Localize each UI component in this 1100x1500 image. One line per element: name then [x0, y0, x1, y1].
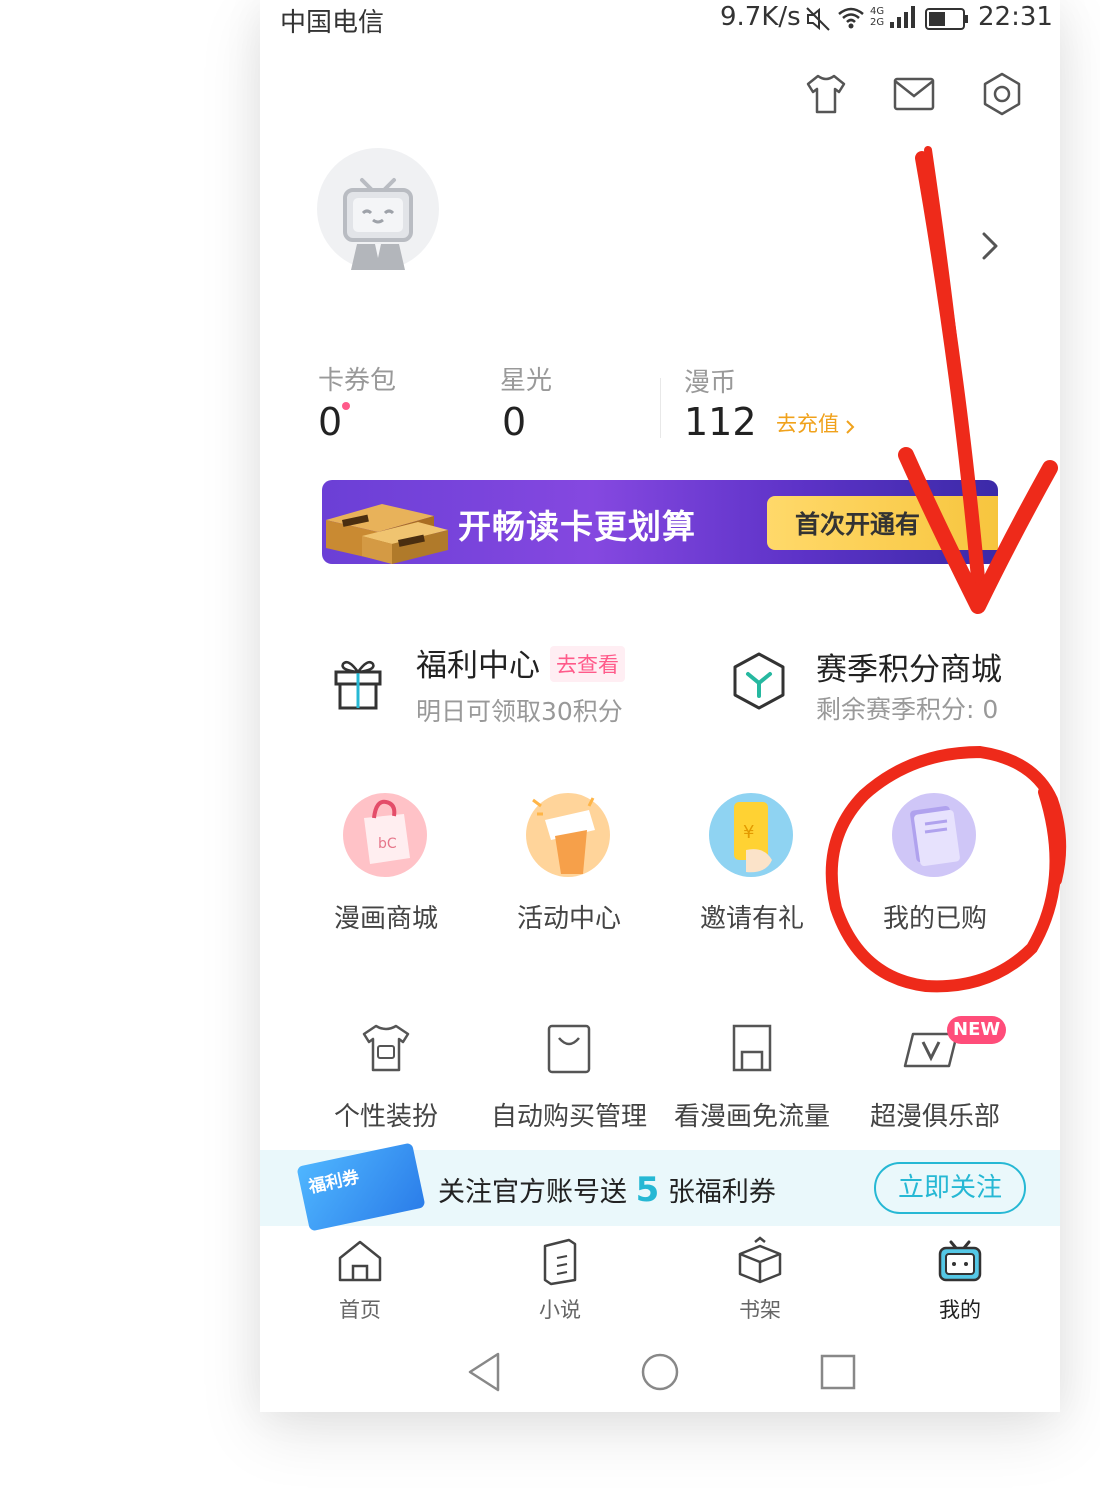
carrier-label: 中国电信: [280, 8, 385, 38]
new-badge: NEW: [947, 1016, 1007, 1044]
coupon-value[interactable]: 0: [318, 400, 342, 444]
mine-tv-icon: [938, 1240, 982, 1282]
outfit-icon: [362, 1024, 410, 1072]
recharge-label: 去充值: [776, 412, 839, 436]
grid-label: 个性装扮: [333, 1102, 438, 1132]
grid-label: 邀请有礼: [699, 904, 804, 934]
free-data-icon: [732, 1024, 772, 1072]
banner-title: 开畅读卡更划算: [458, 507, 696, 546]
coin-label[interactable]: 漫币: [684, 362, 736, 399]
grid-item-vip-club[interactable]: NEW 超漫俱乐部: [843, 1016, 1027, 1140]
back-icon[interactable]: [464, 1350, 504, 1394]
nav-home[interactable]: 首页: [300, 1236, 420, 1324]
grid-item-comic-mall[interactable]: bC 漫画商城: [294, 790, 478, 940]
follow-text: 关注官方账号送 5 张福利券: [438, 1170, 776, 1210]
grid-item-invite[interactable]: ¥ 邀请有礼: [660, 790, 844, 940]
follow-official-bar[interactable]: 福利券 关注官方账号送 5 张福利券 立即关注: [260, 1142, 1060, 1232]
grid-label: 漫画商城: [333, 904, 438, 934]
notification-dot: [342, 402, 350, 410]
nav-mine[interactable]: 我的: [900, 1236, 1020, 1324]
mail-icon[interactable]: [890, 70, 938, 118]
follow-now-button[interactable]: 立即关注: [874, 1162, 1026, 1214]
mute-icon: [806, 7, 830, 31]
nav-bookshelf[interactable]: 书架: [700, 1236, 820, 1324]
stat-divider: [660, 378, 661, 438]
coin-value[interactable]: 112: [684, 400, 757, 444]
season-shop-entry[interactable]: 赛季积分商城 剩余赛季积分: 0: [720, 636, 1060, 736]
grid-label: 超漫俱乐部: [869, 1102, 1000, 1132]
reading-card-banner[interactable]: 开畅读卡更划算 首次开通有: [322, 480, 998, 564]
banner-cta-label: 首次开通有: [795, 510, 921, 539]
clock: 22:31: [978, 2, 1053, 32]
novel-icon: [543, 1238, 577, 1286]
grid-item-auto-buy[interactable]: 自动购买管理: [477, 1020, 661, 1140]
recharge-link[interactable]: 去充值: [776, 408, 856, 438]
gift-box-illustration: [326, 504, 448, 564]
grid-label: 自动购买管理: [490, 1102, 647, 1132]
grid-label: 我的已购: [882, 904, 987, 934]
season-shop-subtitle: 剩余赛季积分: 0: [816, 695, 999, 724]
activity-icon: [526, 793, 610, 877]
tshirt-icon[interactable]: [802, 70, 850, 118]
nav-novel-label: 小说: [539, 1298, 581, 1322]
wifi-icon: [838, 7, 864, 29]
recents-square-icon[interactable]: [818, 1350, 858, 1394]
nav-mine-label: 我的: [939, 1298, 981, 1322]
welfare-subtitle: 明日可领取30积分: [416, 697, 623, 726]
shopping-bag-icon: bC: [343, 793, 427, 877]
invite-gift-icon: ¥: [709, 793, 793, 877]
starlight-label[interactable]: 星光: [500, 360, 552, 397]
home-circle-icon[interactable]: [640, 1350, 680, 1394]
gift-icon: [334, 661, 382, 710]
grid-item-free-data[interactable]: 看漫画免流量: [660, 1020, 844, 1140]
purchased-book-icon: [892, 793, 976, 877]
phone-screen: 中国电信 9.7K/s 4G 2G 22:31 卡券包 0 星光 0 漫币 11…: [260, 0, 1060, 1412]
grid-item-outfit[interactable]: 个性装扮: [294, 1020, 478, 1140]
bookshelf-icon: [738, 1236, 782, 1284]
tv-mascot-icon: [343, 178, 413, 270]
coupon-ticket-image: 福利券: [296, 1142, 426, 1232]
follow-number: 5: [635, 1170, 660, 1210]
signal-icon: [890, 6, 915, 28]
grid-item-my-purchased[interactable]: 我的已购: [843, 790, 1027, 940]
grid-label: 看漫画免流量: [673, 1102, 830, 1132]
welfare-center-entry[interactable]: 福利中心 去查看 明日可领取30积分: [320, 636, 660, 736]
coupon-ticket-text: 福利券: [306, 1167, 361, 1198]
home-icon: [338, 1240, 382, 1282]
svg-text:¥: ¥: [743, 822, 754, 843]
settings-hex-icon[interactable]: [978, 70, 1026, 118]
season-shop-title: 赛季积分商城: [816, 652, 1002, 688]
chevron-right-icon: [846, 419, 855, 434]
welfare-tag: 去查看: [550, 646, 625, 682]
network-speed: 9.7K/s: [720, 2, 801, 32]
nav-novel[interactable]: 小说: [500, 1236, 620, 1324]
coupon-label[interactable]: 卡券包: [318, 360, 396, 397]
starlight-value[interactable]: 0: [502, 400, 526, 444]
avatar[interactable]: [317, 148, 439, 270]
cube-icon: [733, 652, 785, 710]
nav-home-label: 首页: [339, 1298, 381, 1322]
welfare-title: 福利中心: [416, 648, 540, 684]
network-type: 4G 2G: [870, 6, 885, 28]
nav-bookshelf-label: 书架: [739, 1298, 781, 1322]
svg-text:bC: bC: [378, 836, 397, 852]
grid-item-activity-center[interactable]: 活动中心: [477, 790, 661, 940]
grid-label: 活动中心: [516, 904, 621, 934]
battery-icon: [925, 8, 968, 30]
follow-suffix: 张福利券: [667, 1177, 776, 1208]
chevron-right-icon[interactable]: [978, 228, 1002, 264]
auto-buy-icon: [547, 1024, 591, 1074]
banner-cta-button[interactable]: 首次开通有: [767, 496, 998, 550]
follow-prefix: 关注官方账号送: [438, 1177, 627, 1208]
